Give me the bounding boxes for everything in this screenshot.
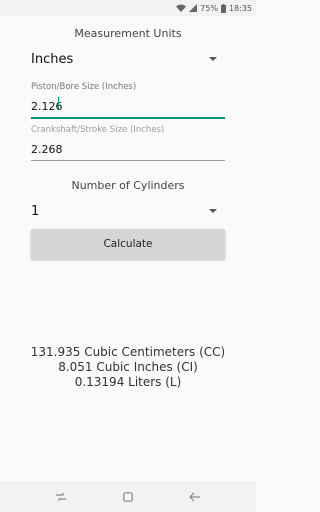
bore-hint: Piston/Bore Size (Inches) bbox=[31, 82, 137, 92]
back-icon[interactable] bbox=[188, 490, 202, 504]
chevron-down-icon bbox=[209, 57, 217, 61]
result-cc: 131.935 Cubic Centimeters (CC) bbox=[30, 345, 226, 359]
results-block: 131.935 Cubic Centimeters (CC) 8.051 Cub… bbox=[0, 345, 256, 390]
result-ci: 8.051 Cubic Inches (CI) bbox=[58, 360, 198, 374]
result-liters: 0.13194 Liters (L) bbox=[74, 375, 182, 389]
clock-time: 18:35 bbox=[228, 3, 252, 13]
stroke-field[interactable]: Crankshaft/Stroke Size (Inches) bbox=[31, 125, 225, 161]
bore-underline bbox=[31, 116, 225, 119]
cylinders-selected-value: 1 bbox=[31, 203, 40, 219]
units-label: Measurement Units bbox=[74, 27, 182, 40]
recent-apps-icon[interactable] bbox=[54, 490, 68, 504]
cylinders-dropdown[interactable]: 1 bbox=[31, 199, 225, 223]
cylinders-label: Number of Cylinders bbox=[71, 179, 185, 192]
wifi-icon bbox=[176, 4, 187, 12]
bore-input[interactable] bbox=[31, 98, 225, 115]
nav-bar bbox=[0, 481, 256, 512]
stroke-underline bbox=[31, 159, 225, 161]
signal-icon bbox=[189, 4, 198, 12]
calculate-button[interactable]: Calculate bbox=[31, 229, 225, 259]
bore-field[interactable]: Piston/Bore Size (Inches) bbox=[31, 82, 225, 119]
status-bar: 75% 18:35 bbox=[0, 0, 256, 16]
text-cursor bbox=[58, 97, 59, 109]
stroke-hint: Crankshaft/Stroke Size (Inches) bbox=[31, 125, 165, 135]
home-icon[interactable] bbox=[121, 490, 135, 504]
chevron-down-icon bbox=[209, 209, 217, 213]
battery-percent: 75% bbox=[200, 3, 218, 13]
stroke-input[interactable] bbox=[31, 141, 225, 158]
units-selected-value: Inches bbox=[31, 51, 74, 67]
units-dropdown[interactable]: Inches bbox=[31, 47, 225, 71]
battery-icon bbox=[220, 3, 226, 13]
